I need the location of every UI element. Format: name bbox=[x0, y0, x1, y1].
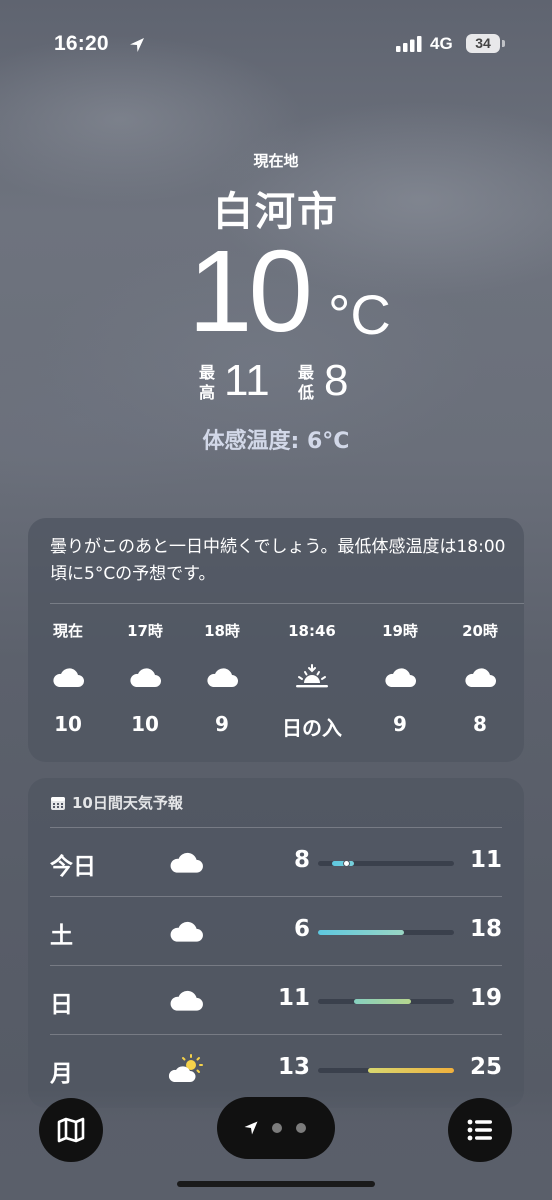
hour-time: 現在 bbox=[52, 622, 83, 640]
high-value: 11 bbox=[224, 356, 270, 405]
forecast-day: 月 bbox=[50, 1061, 73, 1087]
hour-time: 20時 bbox=[462, 622, 498, 640]
page-indicator[interactable] bbox=[217, 1097, 335, 1159]
page-dot[interactable] bbox=[272, 1123, 282, 1133]
hourly-forecast-card[interactable]: 曇りがこのあと一日中続くでしょう。最低体感温度は18:00頃に5°Cの予想です。… bbox=[28, 518, 524, 762]
battery-cap bbox=[502, 40, 505, 47]
forecast-high: 25 bbox=[469, 1054, 502, 1080]
location-arrow-icon bbox=[244, 1121, 258, 1135]
hour-time: 18時 bbox=[204, 622, 240, 640]
hour-temperature: 10 bbox=[54, 712, 82, 736]
feels-like: 体感温度: 6°C bbox=[202, 429, 350, 454]
calendar-icon bbox=[51, 797, 65, 810]
city-list-button[interactable] bbox=[448, 1098, 512, 1162]
hour-time: 17時 bbox=[127, 622, 163, 640]
hour-item: 20時 8 bbox=[440, 620, 520, 736]
map-icon bbox=[57, 1117, 85, 1143]
forecast-summary: 曇りがこのあと一日中続くでしょう。最低体感温度は18:00頃に5°Cの予想です。 bbox=[50, 537, 506, 584]
temperature-range-fill bbox=[353, 999, 412, 1004]
forecast-high: 11 bbox=[469, 847, 502, 873]
cloud-icon bbox=[170, 852, 203, 873]
forecast-row[interactable]: 今日 8 11 bbox=[28, 827, 524, 896]
cloud-icon bbox=[130, 668, 161, 687]
temperature-range-bar bbox=[318, 1068, 454, 1073]
cloud-icon bbox=[465, 668, 496, 687]
hour-item: 18:46 日の入 bbox=[272, 620, 352, 741]
forecast-row[interactable]: 日 11 19 bbox=[28, 965, 524, 1034]
page-dot[interactable] bbox=[296, 1123, 306, 1133]
forecast-low: 8 bbox=[293, 847, 310, 873]
low-value: 8 bbox=[324, 356, 349, 405]
hour-time: 18:46 bbox=[288, 622, 336, 640]
battery-icon: 34 bbox=[466, 34, 500, 53]
cloud-icon bbox=[385, 668, 416, 687]
forecast-row[interactable]: 土 6 18 bbox=[28, 896, 524, 965]
temperature-range-fill bbox=[318, 930, 404, 935]
hour-time: 19時 bbox=[382, 622, 418, 640]
forecast-low: 6 bbox=[293, 916, 310, 942]
list-icon bbox=[467, 1119, 492, 1141]
status-time: 16:20 bbox=[54, 32, 109, 55]
hour-item: 17時 10 bbox=[105, 620, 185, 736]
home-indicator[interactable] bbox=[177, 1181, 375, 1187]
location-arrow-icon bbox=[130, 38, 144, 52]
forecast-day: 今日 bbox=[50, 854, 96, 880]
low-label: 最低 bbox=[297, 363, 314, 402]
temperature-unit: °C bbox=[328, 283, 391, 346]
hour-item: 18時 9 bbox=[182, 620, 262, 736]
forecast-day: 土 bbox=[50, 923, 73, 949]
location-label: 現在地 bbox=[253, 152, 299, 170]
ten-day-forecast-card[interactable]: 10日間天気予報 今日 8 11 土 6 18 日 11 19 月 13 25 bbox=[28, 778, 524, 1108]
hour-item: 現在 10 bbox=[28, 620, 108, 736]
forecast-low: 13 bbox=[277, 1054, 310, 1080]
forecast-header: 10日間天気予報 bbox=[50, 792, 183, 813]
forecast-day: 日 bbox=[50, 992, 73, 1018]
high-low: 最高 11 最低 8 bbox=[0, 356, 552, 411]
map-button[interactable] bbox=[39, 1098, 103, 1162]
signal-icon bbox=[396, 36, 422, 52]
cloud-icon bbox=[170, 990, 203, 1011]
cloud-icon bbox=[170, 921, 203, 942]
hour-temperature: 8 bbox=[473, 712, 487, 736]
high-label: 最高 bbox=[198, 363, 215, 402]
hour-temperature: 10 bbox=[131, 712, 159, 736]
forecast-title: 10日間天気予報 bbox=[72, 794, 183, 812]
forecast-low: 11 bbox=[277, 985, 310, 1011]
divider bbox=[50, 603, 524, 604]
network-type: 4G bbox=[430, 34, 453, 53]
partly-sunny-icon bbox=[168, 1054, 203, 1082]
forecast-high: 18 bbox=[469, 916, 502, 942]
temperature-range-bar bbox=[318, 860, 454, 867]
forecast-high: 19 bbox=[469, 985, 502, 1011]
temperature-range-bar bbox=[318, 999, 454, 1004]
cloud-icon bbox=[53, 668, 84, 687]
status-bar: 16:20 4G 34 bbox=[0, 0, 552, 90]
sunset-icon bbox=[296, 664, 328, 688]
hour-temperature: 9 bbox=[215, 712, 229, 736]
hour-temperature: 日の入 bbox=[282, 716, 342, 740]
hour-temperature: 9 bbox=[393, 712, 407, 736]
current-temperature: 10 °C bbox=[0, 231, 552, 359]
temperature-range-fill bbox=[368, 1068, 454, 1073]
current-weather-header: 現在地 白河市 10 °C 最高 11 最低 8 体感温度: 6°C bbox=[0, 140, 552, 455]
cloud-icon bbox=[207, 668, 238, 687]
temperature-range-bar bbox=[318, 930, 454, 935]
hour-item: 19時 9 bbox=[360, 620, 440, 736]
temperature-value: 10 bbox=[188, 226, 313, 356]
